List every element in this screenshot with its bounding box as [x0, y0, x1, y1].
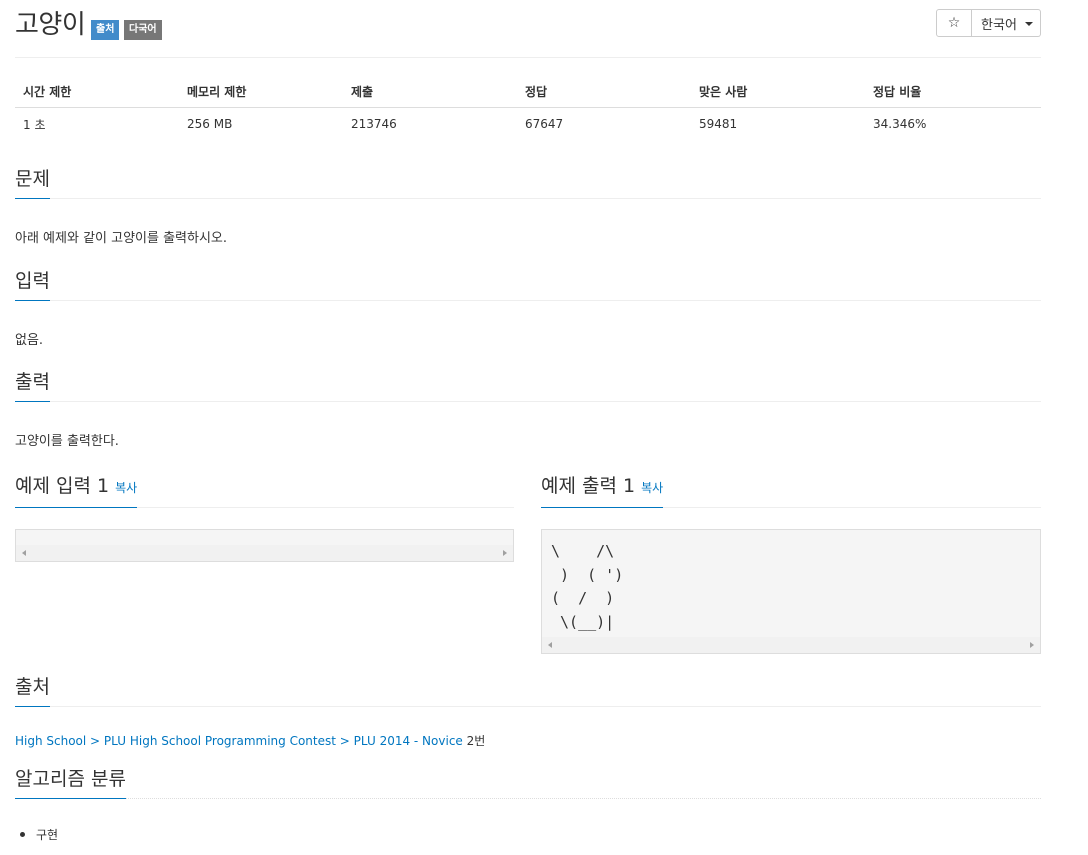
code-line: ( / )	[551, 589, 615, 607]
copy-sample-output-button[interactable]: 복사	[641, 481, 663, 495]
caret-down-icon	[1024, 22, 1033, 26]
code-line: \ /\	[551, 542, 615, 560]
tags-title[interactable]: 알고리즘 분류	[15, 766, 126, 799]
table-header-row: 시간 제한 메모리 제한 제출 정답 맞은 사람 정답 비율	[15, 75, 1041, 108]
sample-input-box[interactable]	[15, 529, 514, 562]
algorithm-tag-list: 구현	[20, 826, 58, 843]
scroll-right-icon[interactable]	[503, 550, 507, 556]
sample-input-title: 예제 입력 1	[15, 475, 110, 497]
multilang-badge[interactable]: 다국어	[124, 20, 162, 40]
source-link-high-school[interactable]: High School	[15, 734, 86, 748]
sample-output-title: 예제 출력 1	[541, 475, 636, 497]
output-title: 출력	[15, 369, 50, 402]
sample-input-title-wrap: 예제 입력 1 복사	[15, 473, 138, 508]
problem-number-suffix: 2번	[462, 734, 486, 748]
input-title: 입력	[15, 268, 50, 301]
toolbar: ☆ 한국어	[936, 9, 1041, 37]
source-header: 출처	[15, 674, 1041, 707]
tag-label[interactable]: 구현	[36, 828, 58, 842]
time-limit-value: 1 초	[23, 117, 46, 132]
breadcrumb-separator: >	[335, 734, 354, 748]
table-row: 1 초 256 MB 213746 67647 59481 34.346%	[15, 108, 1041, 141]
copy-sample-input-button[interactable]: 복사	[115, 481, 137, 495]
sample-output-lines: \ /\ ) ( ') ( / ) \(__)|	[551, 540, 623, 634]
input-text: 없음.	[15, 333, 44, 348]
output-header: 출력	[15, 369, 1041, 402]
scroll-left-icon[interactable]	[548, 642, 552, 648]
list-item[interactable]: 구현	[20, 826, 58, 843]
col-accept-ratio: 정답 비율	[865, 75, 1041, 108]
sample-output-title-wrap: 예제 출력 1 복사	[541, 473, 664, 508]
col-time-limit: 시간 제한	[15, 75, 179, 108]
source-badge[interactable]: 출처	[91, 20, 120, 40]
horizontal-scrollbar[interactable]	[16, 545, 513, 561]
problem-info-table: 시간 제한 메모리 제한 제출 정답 맞은 사람 정답 비율 1 초 256 M…	[15, 75, 1041, 140]
source-breadcrumb: High School > PLU High School Programmin…	[15, 732, 485, 749]
star-icon: ☆	[947, 15, 961, 31]
memory-limit-value: 256 MB	[187, 117, 233, 131]
description-title: 문제	[15, 166, 50, 199]
sample-output-box[interactable]: \ /\ ) ( ') ( / ) \(__)|	[541, 529, 1041, 654]
submissions-value: 213746	[351, 117, 397, 131]
page-title: 고양이	[15, 10, 86, 40]
problem-page: 고양이 출처 다국어 ☆ 한국어 시간 제한 메모리 제한 제출 정답 맞은 사…	[15, 0, 1041, 799]
source-link-round[interactable]: PLU 2014 - Novice	[354, 734, 463, 748]
language-dropdown[interactable]: 한국어	[972, 9, 1041, 37]
scroll-right-icon[interactable]	[1030, 642, 1034, 648]
input-header: 입력	[15, 268, 1041, 301]
accept-ratio-value: 34.346%	[873, 117, 927, 131]
title-row: 고양이 출처 다국어 ☆ 한국어	[15, 0, 1041, 58]
favorite-button[interactable]: ☆	[936, 9, 972, 37]
source-link-contest[interactable]: PLU High School Programming Contest	[104, 734, 336, 748]
scroll-left-icon[interactable]	[22, 550, 26, 556]
source-title: 출처	[15, 674, 50, 707]
sample-input-header: 예제 입력 1 복사	[15, 473, 514, 508]
language-label: 한국어	[981, 17, 1017, 33]
horizontal-scrollbar[interactable]	[542, 637, 1040, 653]
code-line: \(__)|	[551, 612, 615, 631]
description-header: 문제	[15, 166, 1041, 199]
breadcrumb-separator: >	[86, 734, 104, 748]
code-line: ) ( ')	[551, 565, 624, 584]
col-accepted: 정답	[517, 75, 691, 108]
output-text: 고양이를 출력한다.	[15, 434, 119, 449]
solved-users-value: 59481	[699, 117, 738, 131]
tags-header: 알고리즘 분류	[15, 766, 1041, 799]
col-memory-limit: 메모리 제한	[179, 75, 343, 108]
description-text: 아래 예제와 같이 고양이를 출력하시오.	[15, 231, 228, 246]
sample-output-header: 예제 출력 1 복사	[541, 473, 1041, 508]
accepted-value: 67647	[525, 117, 564, 131]
col-solved-users: 맞은 사람	[691, 75, 865, 108]
col-submissions: 제출	[343, 75, 517, 108]
